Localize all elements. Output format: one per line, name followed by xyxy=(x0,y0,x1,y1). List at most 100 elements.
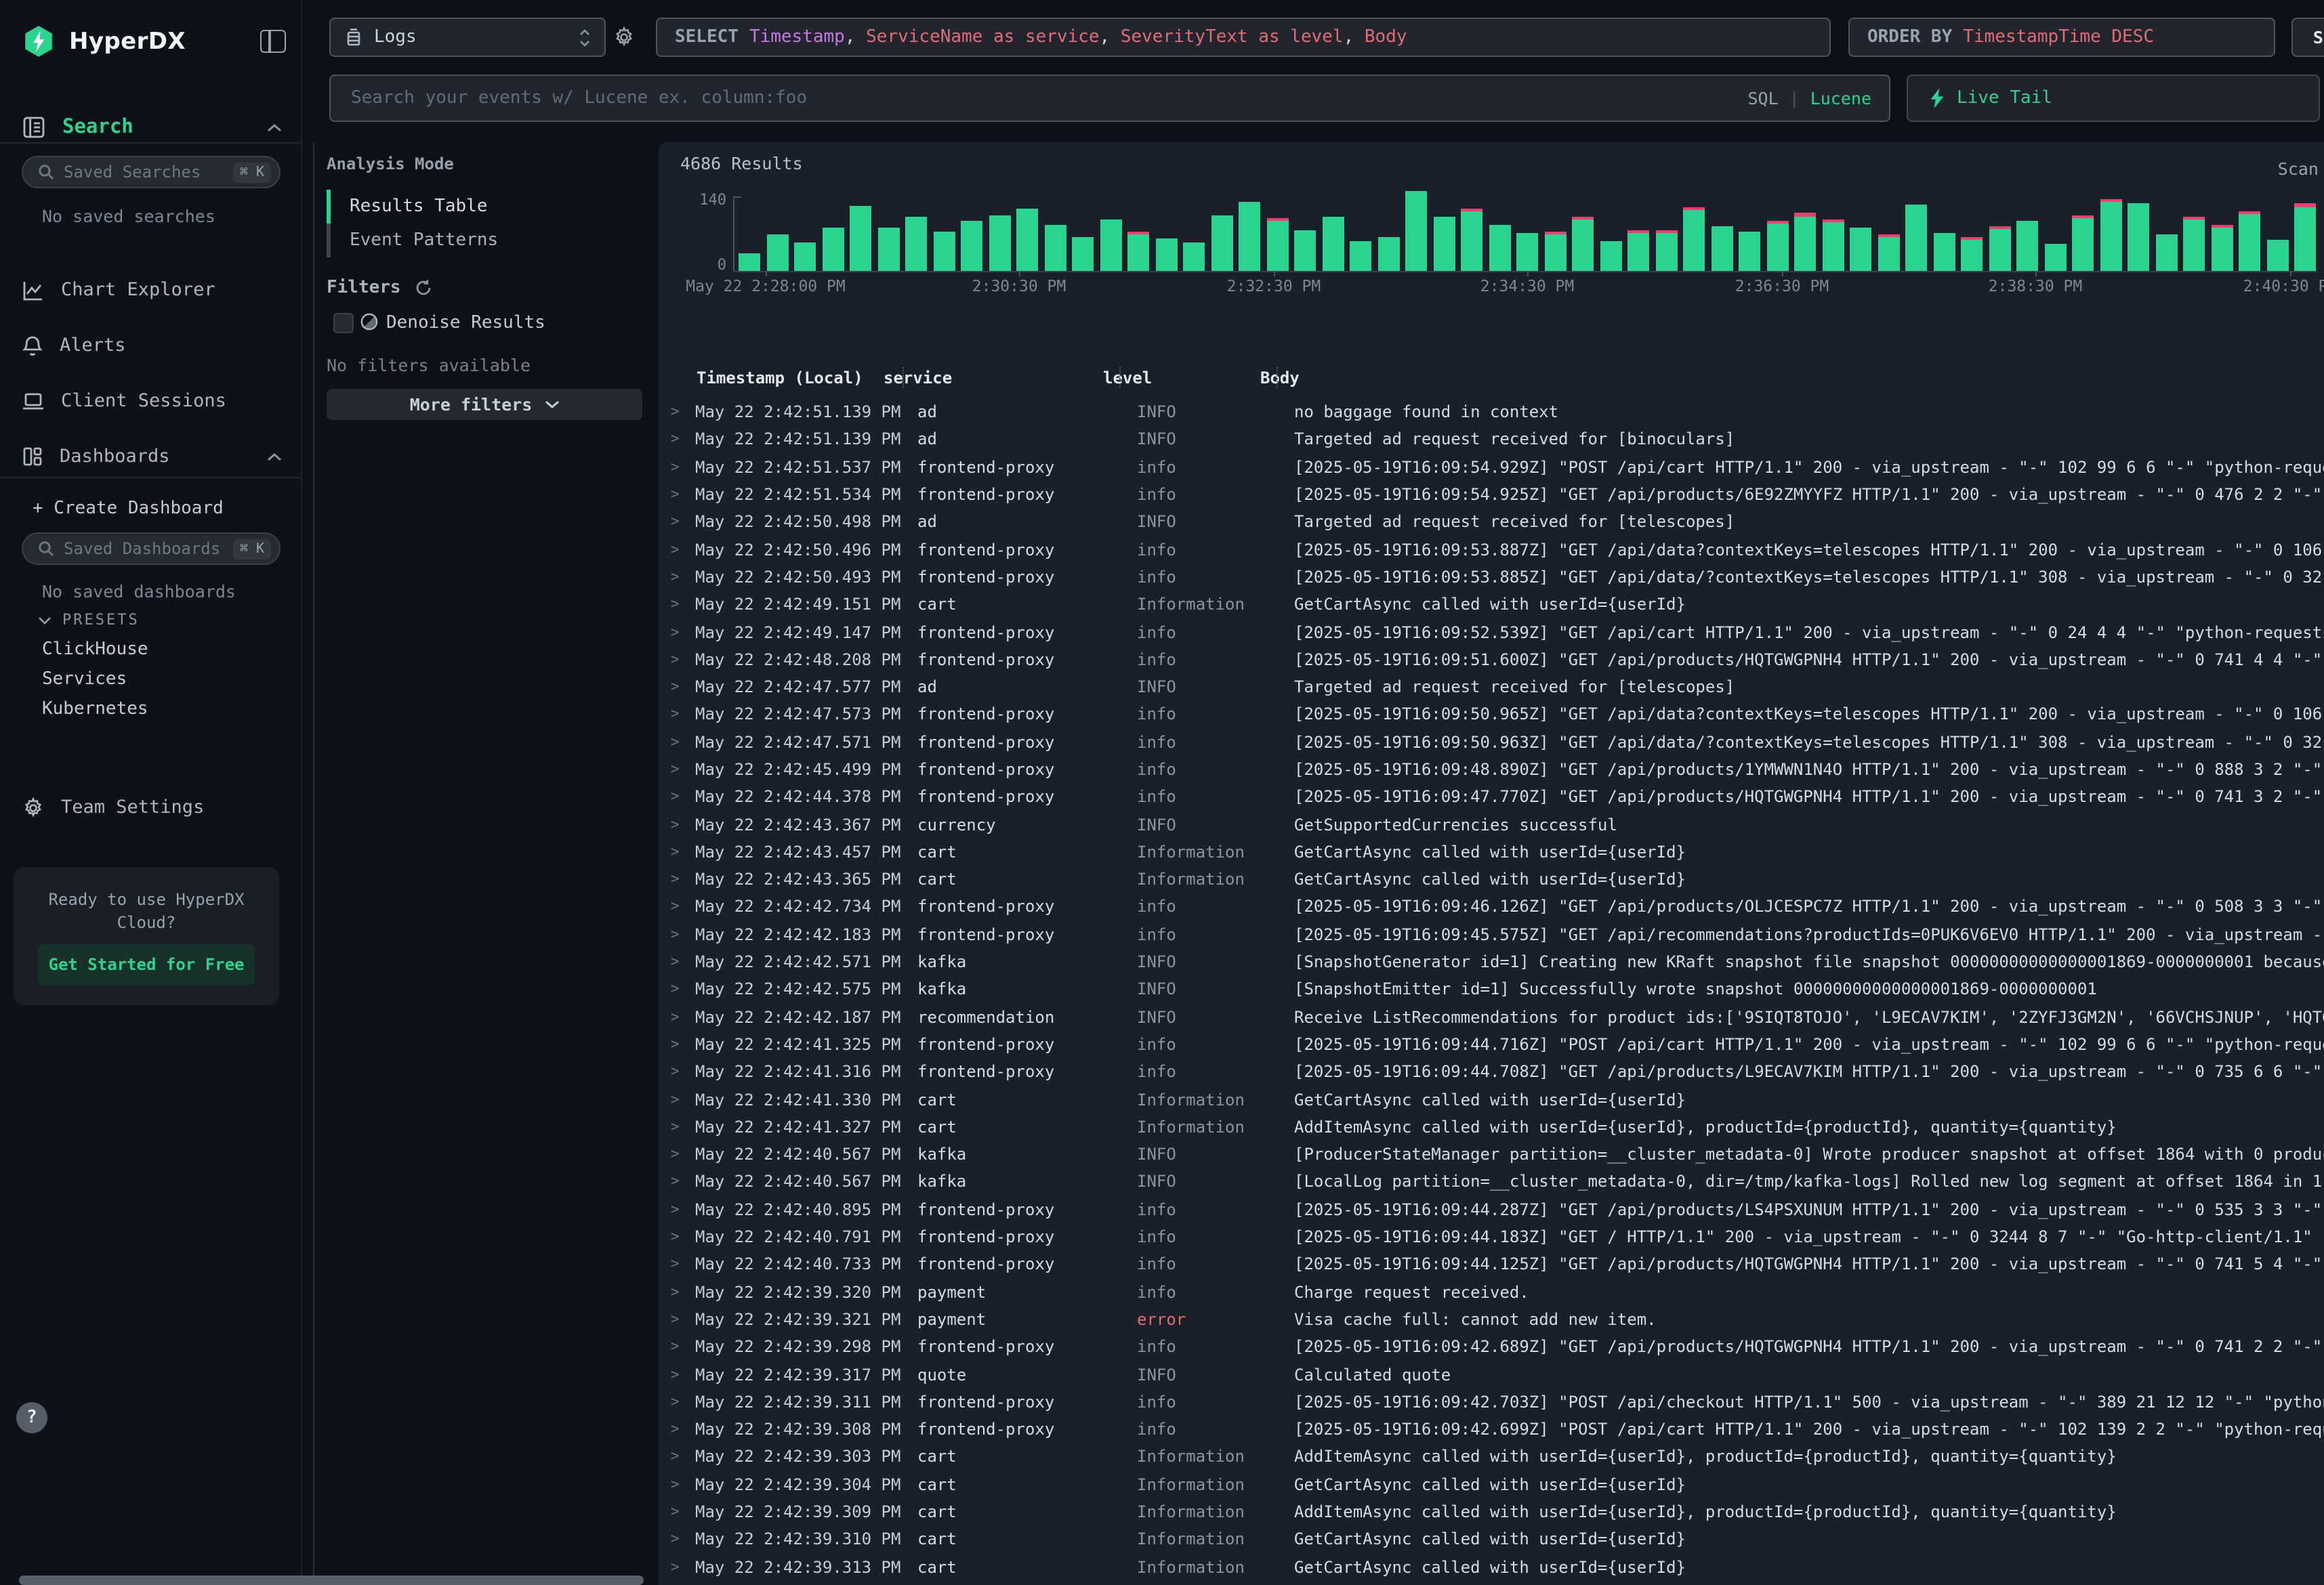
table-row[interactable]: >May 22 2:42:40.567 PMkafkaINFO[LocalLog… xyxy=(659,1168,2324,1196)
row-expander-icon[interactable]: > xyxy=(659,1284,695,1300)
table-row[interactable]: >May 22 2:42:39.303 PMcartInformationAdd… xyxy=(659,1443,2324,1471)
row-expander-icon[interactable]: > xyxy=(659,844,695,860)
table-row[interactable]: >May 22 2:42:41.327 PMcartInformationAdd… xyxy=(659,1113,2324,1141)
table-row[interactable]: >May 22 2:42:41.316 PMfrontend-proxyinfo… xyxy=(659,1058,2324,1086)
table-row[interactable]: >May 22 2:42:43.367 PMcurrencyINFOGetSup… xyxy=(659,811,2324,839)
row-expander-icon[interactable]: > xyxy=(659,1174,695,1190)
row-expander-icon[interactable]: > xyxy=(659,431,695,448)
table-row[interactable]: >May 22 2:42:41.325 PMfrontend-proxyinfo… xyxy=(659,1031,2324,1059)
column-resize-handle[interactable] xyxy=(902,367,904,387)
row-expander-icon[interactable]: > xyxy=(659,541,695,557)
sidebar-item-dashboards[interactable]: Dashboards xyxy=(0,436,301,477)
tab-results-table[interactable]: Results Table xyxy=(327,190,498,224)
row-expander-icon[interactable]: > xyxy=(659,1256,695,1273)
row-expander-icon[interactable]: > xyxy=(659,1091,695,1107)
row-expander-icon[interactable]: > xyxy=(659,514,695,530)
row-expander-icon[interactable]: > xyxy=(659,404,695,420)
row-expander-icon[interactable]: > xyxy=(659,761,695,778)
row-expander-icon[interactable]: > xyxy=(659,871,695,887)
source-settings-gear-icon[interactable] xyxy=(613,26,636,49)
table-row[interactable]: >May 22 2:42:42.187 PMrecommendationINFO… xyxy=(659,1003,2324,1031)
table-row[interactable]: >May 22 2:42:51.139 PMadINFOTargeted ad … xyxy=(659,426,2324,454)
create-dashboard-button[interactable]: + Create Dashboard xyxy=(0,488,301,528)
lang-lucene-toggle[interactable]: Lucene xyxy=(1810,88,1871,108)
table-row[interactable]: >May 22 2:42:50.496 PMfrontend-proxyinfo… xyxy=(659,536,2324,564)
row-expander-icon[interactable]: > xyxy=(659,624,695,640)
table-row[interactable]: >May 22 2:42:47.571 PMfrontend-proxyinfo… xyxy=(659,728,2324,756)
table-row[interactable]: >May 22 2:42:39.313 PMcartInformationGet… xyxy=(659,1553,2324,1581)
table-row[interactable]: >May 22 2:42:39.311 PMfrontend-proxyinfo… xyxy=(659,1388,2324,1416)
table-row[interactable]: >May 22 2:42:44.378 PMfrontend-proxyinfo… xyxy=(659,783,2324,811)
sidebar-collapse-icon[interactable] xyxy=(260,30,286,53)
search-input[interactable]: Search your events w/ Lucene ex. column:… xyxy=(329,75,1890,122)
table-row[interactable]: >May 22 2:42:42.571 PMkafkaINFO[Snapshot… xyxy=(659,948,2324,976)
row-expander-icon[interactable]: > xyxy=(659,1366,695,1382)
row-expander-icon[interactable]: > xyxy=(659,1559,695,1575)
refresh-icon[interactable] xyxy=(415,279,432,297)
row-expander-icon[interactable]: > xyxy=(659,596,695,612)
table-row[interactable]: >May 22 2:42:39.304 PMcartInformationGet… xyxy=(659,1471,2324,1498)
table-row[interactable]: >May 22 2:42:47.577 PMadINFOTargeted ad … xyxy=(659,673,2324,701)
preset-kubernetes[interactable]: Kubernetes xyxy=(42,699,148,719)
saved-dashboards-input[interactable]: Saved Dashboards ⌘ K xyxy=(22,532,281,565)
row-expander-icon[interactable]: > xyxy=(659,1064,695,1080)
row-expander-icon[interactable]: > xyxy=(659,1531,695,1548)
tab-event-patterns[interactable]: Event Patterns xyxy=(327,224,498,257)
table-row[interactable]: >May 22 2:42:49.147 PMfrontend-proxyinfo… xyxy=(659,618,2324,646)
table-row[interactable]: >May 22 2:42:51.537 PMfrontend-proxyinfo… xyxy=(659,453,2324,481)
chevron-up-icon[interactable] xyxy=(267,452,282,461)
table-row[interactable]: >May 22 2:42:41.330 PMcartInformationGet… xyxy=(659,1086,2324,1114)
sidebar-item-search[interactable]: Search xyxy=(0,107,301,148)
lang-sql-toggle[interactable]: SQL xyxy=(1747,88,1778,108)
table-row[interactable]: >May 22 2:42:45.499 PMfrontend-proxyinfo… xyxy=(659,756,2324,784)
row-expander-icon[interactable]: > xyxy=(659,899,695,915)
column-resize-handle[interactable] xyxy=(1277,367,1278,387)
table-row[interactable]: >May 22 2:42:43.365 PMcartInformationGet… xyxy=(659,866,2324,893)
saved-searches-input[interactable]: Saved Searches ⌘ K xyxy=(22,156,281,188)
row-expander-icon[interactable]: > xyxy=(659,706,695,723)
row-expander-icon[interactable]: > xyxy=(659,1394,695,1410)
sidebar-item-team-settings[interactable]: Team Settings xyxy=(0,787,301,828)
row-expander-icon[interactable]: > xyxy=(659,1202,695,1218)
table-row[interactable]: >May 22 2:42:39.309 PMcartInformationAdd… xyxy=(659,1498,2324,1526)
denoise-label[interactable]: Denoise Results xyxy=(386,313,545,333)
row-expander-icon[interactable]: > xyxy=(659,1036,695,1053)
denoise-checkbox[interactable] xyxy=(333,313,354,333)
table-row[interactable]: >May 22 2:42:39.298 PMfrontend-proxyinfo… xyxy=(659,1333,2324,1361)
row-expander-icon[interactable]: > xyxy=(659,652,695,668)
save-button[interactable]: Save xyxy=(2291,18,2324,57)
sidebar-item-client-sessions[interactable]: Client Sessions xyxy=(0,381,301,421)
row-expander-icon[interactable]: > xyxy=(659,679,695,695)
help-button[interactable]: ? xyxy=(16,1402,47,1433)
row-expander-icon[interactable]: > xyxy=(659,1009,695,1025)
table-row[interactable]: >May 22 2:42:40.895 PMfrontend-proxyinfo… xyxy=(659,1196,2324,1223)
sidebar-item-alerts[interactable]: Alerts xyxy=(0,325,301,366)
table-row[interactable]: >May 22 2:42:51.139 PMadINFOno baggage f… xyxy=(659,398,2324,426)
table-row[interactable]: >May 22 2:42:42.183 PMfrontend-proxyinfo… xyxy=(659,921,2324,948)
row-expander-icon[interactable]: > xyxy=(659,1421,695,1437)
row-expander-icon[interactable]: > xyxy=(659,569,695,585)
table-row[interactable]: >May 22 2:42:40.567 PMkafkaINFO[Producer… xyxy=(659,1141,2324,1168)
column-header-timestamp[interactable]: Timestamp (Local) xyxy=(659,368,881,387)
table-row[interactable]: >May 22 2:42:42.575 PMkafkaINFO[Snapshot… xyxy=(659,975,2324,1003)
row-expander-icon[interactable]: > xyxy=(659,1338,695,1355)
table-row[interactable]: >May 22 2:42:39.310 PMcartInformationGet… xyxy=(659,1525,2324,1553)
get-started-button[interactable]: Get Started for Free xyxy=(38,944,255,985)
table-row[interactable]: >May 22 2:42:49.151 PMcartInformationGet… xyxy=(659,591,2324,618)
row-expander-icon[interactable]: > xyxy=(659,1146,695,1162)
row-expander-icon[interactable]: > xyxy=(659,954,695,970)
row-expander-icon[interactable]: > xyxy=(659,927,695,943)
table-row[interactable]: >May 22 2:42:39.308 PMfrontend-proxyinfo… xyxy=(659,1416,2324,1443)
table-row[interactable]: >May 22 2:42:47.573 PMfrontend-proxyinfo… xyxy=(659,701,2324,729)
source-select[interactable]: Logs xyxy=(329,18,606,57)
table-row[interactable]: >May 22 2:42:48.208 PMfrontend-proxyinfo… xyxy=(659,646,2324,673)
row-expander-icon[interactable]: > xyxy=(659,816,695,832)
presets-section-toggle[interactable]: PRESETS xyxy=(38,611,140,629)
row-expander-icon[interactable]: > xyxy=(659,1476,695,1492)
table-row[interactable]: >May 22 2:42:50.493 PMfrontend-proxyinfo… xyxy=(659,564,2324,591)
row-expander-icon[interactable]: > xyxy=(659,1119,695,1135)
order-by-input[interactable]: ORDER BY TimestampTime DESC xyxy=(1848,18,2275,57)
table-row[interactable]: >May 22 2:42:51.534 PMfrontend-proxyinfo… xyxy=(659,481,2324,509)
preset-services[interactable]: Services xyxy=(42,669,127,690)
row-expander-icon[interactable]: > xyxy=(659,981,695,998)
